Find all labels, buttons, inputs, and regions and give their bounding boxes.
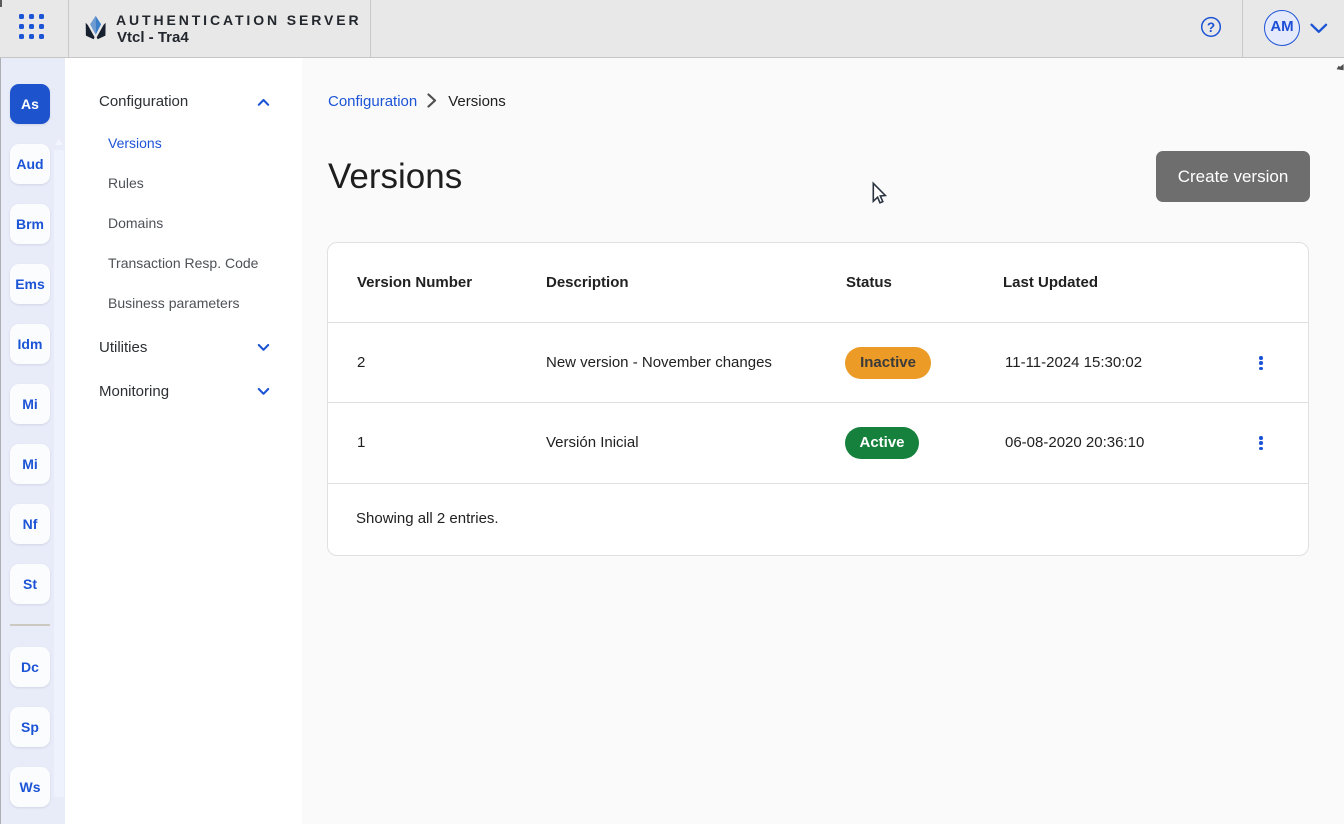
svg-text:?: ? bbox=[1207, 20, 1215, 35]
